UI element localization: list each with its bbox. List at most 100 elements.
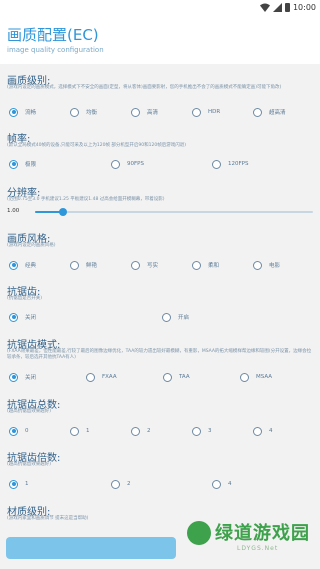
style-options: 经典 鲜艳 写实 柔和 电影 xyxy=(0,259,320,273)
option-label: 高清 xyxy=(147,110,159,116)
radio-icon[interactable] xyxy=(192,107,201,117)
antialias-option-on[interactable]: 开启 xyxy=(162,311,189,323)
radio-icon[interactable] xyxy=(253,426,262,436)
section-description: (抗锯齿是否开关) xyxy=(7,296,43,301)
option-label: 极限 xyxy=(25,162,37,168)
aa-count-option-2[interactable]: 2 xyxy=(131,425,151,437)
style-option-classic[interactable]: 经典 xyxy=(9,259,36,271)
radio-icon[interactable] xyxy=(111,159,120,169)
radio-icon[interactable] xyxy=(212,479,221,489)
aa-count-option-0[interactable]: 0 xyxy=(9,425,29,437)
radio-icon[interactable] xyxy=(212,159,221,169)
option-label: 3 xyxy=(208,428,212,434)
quality-options: 流畅 均衡 高清 HDR 超高清 xyxy=(0,106,320,120)
option-label: 鲜艳 xyxy=(86,263,98,269)
radio-icon[interactable] xyxy=(86,372,95,382)
quality-option-hd[interactable]: 高清 xyxy=(131,106,158,118)
page-title: 画质配置(EC) xyxy=(7,26,99,44)
slider-thumb[interactable] xyxy=(58,208,67,216)
option-label: 4 xyxy=(269,428,273,434)
page-header: 画质配置(EC) image quality configuration xyxy=(0,14,320,64)
option-label: 1 xyxy=(25,481,29,487)
aa-multiple-option-1[interactable]: 1 xyxy=(9,478,29,490)
radio-icon[interactable] xyxy=(192,426,201,436)
aa-count-option-4[interactable]: 4 xyxy=(253,425,273,437)
option-label: TAA xyxy=(179,374,190,380)
aa-multiple-option-4[interactable]: 4 xyxy=(212,478,232,490)
style-option-movie[interactable]: 电影 xyxy=(253,259,280,271)
slider-track[interactable] xyxy=(35,208,313,216)
radio-icon[interactable] xyxy=(9,260,18,270)
option-label: 关闭 xyxy=(25,375,37,381)
radio-icon[interactable] xyxy=(253,260,262,270)
option-label: 柔和 xyxy=(208,263,220,269)
option-label: 均衡 xyxy=(86,110,98,116)
radio-icon[interactable] xyxy=(9,426,18,436)
option-label: 0 xyxy=(25,428,29,434)
radio-icon[interactable] xyxy=(131,260,140,270)
option-label: 关闭 xyxy=(25,315,37,321)
radio-icon[interactable] xyxy=(70,107,79,117)
radio-icon[interactable] xyxy=(131,426,140,436)
section-description: (游戏内设定的画质模式，选择模式下不安全的画面(定型，将从客体)画面要影射，您的… xyxy=(7,85,282,90)
radio-icon[interactable] xyxy=(70,260,79,270)
wifi-icon xyxy=(259,3,270,12)
quality-option-hdr[interactable]: HDR xyxy=(192,106,220,118)
option-label: 120FPS xyxy=(228,161,249,167)
aa-count-option-1[interactable]: 1 xyxy=(70,425,90,437)
fps-option-90[interactable]: 90FPS xyxy=(111,158,144,170)
aa-mode-option-off[interactable]: 关闭 xyxy=(9,371,36,383)
resolution-slider[interactable]: 1.00 xyxy=(7,207,313,217)
option-label: 1 xyxy=(86,428,90,434)
aa-mode-option-fxaa[interactable]: FXAA xyxy=(86,371,117,383)
style-option-realistic[interactable]: 写实 xyxy=(131,259,158,271)
aa-multiple-option-2[interactable]: 2 xyxy=(111,478,131,490)
aa-mode-option-msaa[interactable]: MSAA xyxy=(240,371,272,383)
option-label: 90FPS xyxy=(127,161,144,167)
option-label: 超高清 xyxy=(269,110,286,116)
quality-option-balanced[interactable]: 均衡 xyxy=(70,106,97,118)
watermark-brand: 绿道游戏园 xyxy=(215,523,310,544)
quality-option-uhd[interactable]: 超高清 xyxy=(253,106,286,118)
option-label: 2 xyxy=(127,481,131,487)
status-icons: 10:00 xyxy=(259,1,316,13)
option-label: 开启 xyxy=(178,315,190,321)
option-label: HDR xyxy=(208,109,221,115)
section-description: (FXAA效果最差，但性能最差,行较了最后的图像边缘优化，TAA的较力遗出较好最… xyxy=(7,349,312,360)
section-description: (越高抗锯齿效果越好) xyxy=(7,409,52,414)
radio-icon[interactable] xyxy=(9,312,18,322)
style-option-vivid[interactable]: 鲜艳 xyxy=(70,259,97,271)
radio-icon[interactable] xyxy=(240,372,249,382)
aa-count-options: 0 1 2 3 4 xyxy=(0,425,320,439)
radio-icon[interactable] xyxy=(163,372,172,382)
radio-icon[interactable] xyxy=(162,312,171,322)
option-label: 4 xyxy=(228,481,232,487)
radio-icon[interactable] xyxy=(70,426,79,436)
radio-icon[interactable] xyxy=(131,107,140,117)
apply-button[interactable] xyxy=(6,537,176,559)
watermark-logo-icon xyxy=(187,521,211,545)
watermark: 绿道游戏园 LDYGS.Net xyxy=(187,519,317,565)
option-label: 经典 xyxy=(25,263,37,269)
radio-icon[interactable] xyxy=(9,372,18,382)
fps-options: 极限 90FPS 120FPS xyxy=(0,158,320,172)
fps-option-extreme[interactable]: 极限 xyxy=(9,158,36,170)
aa-count-option-3[interactable]: 3 xyxy=(192,425,212,437)
aa-mode-options: 关闭 FXAA TAA MSAA xyxy=(0,371,320,385)
aa-multiple-options: 1 2 4 xyxy=(0,478,320,492)
radio-icon[interactable] xyxy=(253,107,262,117)
radio-icon[interactable] xyxy=(9,479,18,489)
radio-icon[interactable] xyxy=(9,107,18,117)
fps-option-120[interactable]: 120FPS xyxy=(212,158,248,170)
clock: 10:00 xyxy=(292,2,316,12)
option-label: 流畅 xyxy=(25,110,37,116)
radio-icon[interactable] xyxy=(192,260,201,270)
quality-option-smooth[interactable]: 流畅 xyxy=(9,106,36,118)
aa-mode-option-taa[interactable]: TAA xyxy=(163,371,190,383)
section-description: (游戏内设定的画质风格) xyxy=(7,243,56,248)
style-option-soft[interactable]: 柔和 xyxy=(192,259,219,271)
radio-icon[interactable] xyxy=(9,159,18,169)
radio-icon[interactable] xyxy=(111,479,120,489)
antialias-option-off[interactable]: 关闭 xyxy=(9,311,36,323)
antialias-options: 关闭 开启 xyxy=(0,311,320,325)
